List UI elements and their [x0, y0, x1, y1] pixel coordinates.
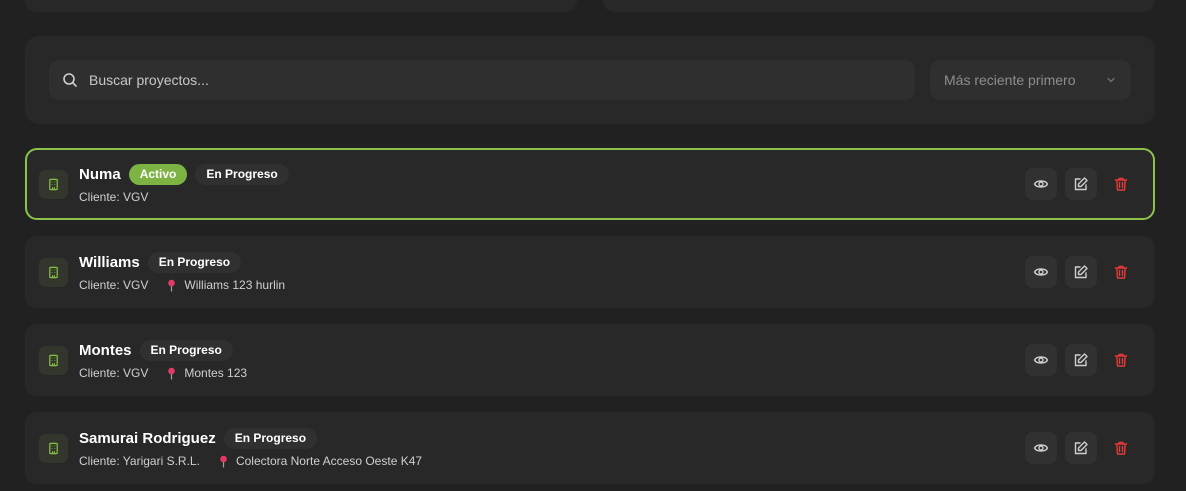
- project-name: Numa: [79, 165, 121, 183]
- project-address-text: Colectora Norte Acceso Oeste K47: [235, 454, 423, 468]
- eye-icon: [1033, 176, 1049, 192]
- project-card[interactable]: Samurai Rodriguez En Progreso Cliente: Y…: [25, 412, 1155, 484]
- trash-icon: [1113, 352, 1129, 368]
- search-icon: [62, 72, 78, 88]
- filter-panel: Más reciente primero: [25, 36, 1155, 124]
- delete-button[interactable]: [1105, 344, 1137, 376]
- status-badge: En Progreso: [147, 251, 242, 273]
- map-pin-icon: [166, 367, 177, 380]
- edit-icon: [1073, 352, 1089, 368]
- edit-icon: [1073, 264, 1089, 280]
- project-client: Cliente: Yarigari S.R.L.: [79, 454, 200, 468]
- search-input[interactable]: [89, 72, 915, 88]
- status-badge: En Progreso: [139, 339, 233, 361]
- view-button[interactable]: [1025, 344, 1057, 376]
- map-pin-icon: [218, 455, 229, 468]
- project-address: Williams 123 hurlin: [166, 278, 285, 292]
- summary-card-left: [25, 0, 577, 12]
- trash-icon: [1113, 176, 1129, 192]
- project-address-text: Williams 123 hurlin: [184, 278, 286, 292]
- trash-icon: [1113, 264, 1129, 280]
- edit-button[interactable]: [1065, 344, 1097, 376]
- sort-select[interactable]: Más reciente primero: [930, 60, 1131, 100]
- summary-card-right: [603, 0, 1155, 12]
- active-badge: Activo: [128, 163, 188, 185]
- project-client: Cliente: VGV: [79, 278, 149, 292]
- delete-button[interactable]: [1105, 432, 1137, 464]
- building-icon: [39, 170, 68, 199]
- building-icon: [39, 434, 68, 463]
- project-name: Williams: [79, 253, 140, 271]
- search-box[interactable]: [49, 60, 915, 100]
- building-icon: [39, 258, 68, 287]
- project-card[interactable]: Numa Activo En Progreso Cliente: VGV: [25, 148, 1155, 220]
- project-card[interactable]: Montes En Progreso Cliente: VGV Montes 1…: [25, 324, 1155, 396]
- project-card[interactable]: Williams En Progreso Cliente: VGV Willia…: [25, 236, 1155, 308]
- status-badge: En Progreso: [223, 427, 318, 449]
- map-pin-icon: [166, 279, 177, 292]
- eye-icon: [1033, 352, 1049, 368]
- status-badge: En Progreso: [195, 163, 289, 185]
- edit-icon: [1073, 176, 1089, 192]
- view-button[interactable]: [1025, 168, 1057, 200]
- edit-button[interactable]: [1065, 256, 1097, 288]
- project-name: Samurai Rodriguez: [79, 429, 216, 447]
- project-client: Cliente: VGV: [79, 366, 149, 380]
- project-address-text: Montes 123: [184, 366, 248, 380]
- building-icon: [39, 346, 68, 375]
- project-client: Cliente: VGV: [79, 190, 149, 204]
- eye-icon: [1033, 440, 1049, 456]
- eye-icon: [1033, 264, 1049, 280]
- chevron-down-icon: [1105, 74, 1117, 86]
- sort-select-value: Más reciente primero: [944, 72, 1076, 88]
- edit-button[interactable]: [1065, 168, 1097, 200]
- trash-icon: [1113, 440, 1129, 456]
- project-address: Colectora Norte Acceso Oeste K47: [218, 454, 422, 468]
- project-address: Montes 123: [166, 366, 247, 380]
- delete-button[interactable]: [1105, 256, 1137, 288]
- view-button[interactable]: [1025, 432, 1057, 464]
- view-button[interactable]: [1025, 256, 1057, 288]
- edit-icon: [1073, 440, 1089, 456]
- project-name: Montes: [79, 341, 132, 359]
- delete-button[interactable]: [1105, 168, 1137, 200]
- edit-button[interactable]: [1065, 432, 1097, 464]
